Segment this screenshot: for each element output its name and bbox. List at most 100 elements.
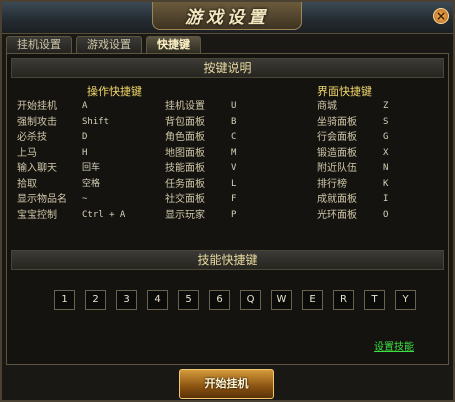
shortcut-action-label: 强制攻击 [17, 116, 57, 128]
shortcut-row: 商城 Z [317, 99, 447, 114]
shortcut-action-label: 地图面板 [165, 147, 205, 159]
shortcut-row: 挂机设置 U [165, 99, 295, 114]
shortcut-row: 必杀技 D [17, 130, 147, 145]
tab-shortcuts[interactable]: 快捷键 [146, 36, 201, 53]
shortcut-action-label: 成就面板 [317, 194, 357, 205]
shortcut-action-label: 开始挂机 [17, 101, 57, 112]
skill-key-slot[interactable]: T [364, 290, 385, 310]
tab-bar: 挂机设置 游戏设置 快捷键 [6, 36, 201, 53]
tab-afk-settings[interactable]: 挂机设置 [6, 36, 72, 53]
start-afk-button[interactable]: 开始挂机 [179, 369, 274, 399]
shortcut-row: 开始挂机 A [17, 99, 147, 114]
shortcut-key-label: O [383, 209, 389, 220]
shortcut-action-label: 显示物品名 [17, 194, 67, 205]
shortcut-key-label: M [231, 147, 237, 158]
shortcut-action-label: 排行榜 [317, 178, 347, 190]
skill-key-slot[interactable]: 6 [209, 290, 230, 310]
shortcut-key-label: 空格 [82, 178, 101, 189]
shortcut-action-label: 上马 [17, 147, 37, 159]
shortcut-action-label: 角色面板 [165, 132, 205, 143]
set-skills-link[interactable]: 设置技能 [374, 338, 414, 353]
shortcut-action-label: 宝宝控制 [17, 209, 57, 221]
shortcut-key-label: Z [383, 101, 389, 111]
skill-key-slot[interactable]: E [302, 290, 323, 310]
skill-key-slot[interactable]: 3 [116, 290, 137, 310]
shortcut-action-label: 光环面板 [317, 209, 357, 221]
skill-key-slot[interactable]: 5 [178, 290, 199, 310]
shortcut-key-label: I [383, 194, 389, 204]
shortcut-action-label: 技能面板 [165, 163, 205, 174]
shortcut-key-label: B [231, 116, 237, 127]
shortcut-key-label: P [231, 209, 237, 220]
shortcut-key-label: S [383, 116, 389, 127]
shortcut-row: 光环面板 O [317, 208, 447, 223]
shortcut-key-label: U [231, 101, 237, 111]
shortcut-action-label: 锻造面板 [317, 147, 357, 159]
shortcut-row: 背包面板 B [165, 115, 295, 130]
shortcut-action-label: 背包面板 [165, 116, 205, 128]
shortcut-key-label: ~ [82, 194, 88, 204]
close-icon[interactable]: × [433, 8, 449, 24]
shortcut-action-label: 行会面板 [317, 132, 357, 143]
skill-key-slot[interactable]: R [333, 290, 354, 310]
shortcut-row: 输入聊天 回车 [17, 161, 147, 176]
shortcut-key-label: C [231, 132, 237, 142]
skill-shortcuts-header: 技能快捷键 [11, 250, 444, 270]
shortcut-action-label: 输入聊天 [17, 163, 57, 174]
operation-shortcuts-title: 操作快捷键 [87, 85, 142, 98]
shortcut-row: 上马 H [17, 146, 147, 161]
shortcut-action-label: 商城 [317, 101, 337, 112]
shortcut-row: 拾取 空格 [17, 177, 147, 192]
shortcut-row: 角色面板 C [165, 130, 295, 145]
interface-shortcuts-title: 界面快捷键 [317, 85, 372, 98]
shortcut-row: 技能面板 V [165, 161, 295, 176]
shortcut-row: 强制攻击 Shift [17, 115, 147, 130]
skill-key-slot[interactable]: 1 [54, 290, 75, 310]
shortcut-row: 任务面板 L [165, 177, 295, 192]
shortcut-key-label: A [82, 101, 88, 111]
shortcut-key-label: H [82, 147, 88, 158]
shortcut-key-label: X [383, 147, 389, 158]
shortcut-key-label: V [231, 163, 237, 173]
shortcut-action-label: 必杀技 [17, 132, 47, 143]
shortcut-row: 排行榜 K [317, 177, 447, 192]
shortcut-key-label: K [383, 178, 389, 189]
shortcut-action-label: 显示玩家 [165, 209, 205, 221]
shortcut-action-label: 挂机设置 [165, 101, 205, 112]
window-title: 游戏设置 [152, 2, 302, 30]
tab-game-settings[interactable]: 游戏设置 [76, 36, 142, 53]
game-settings-window: 游戏设置 × 挂机设置 游戏设置 快捷键 按键说明 操作快捷键 界面快捷键 开始… [0, 0, 455, 402]
shortcut-key-label: F [231, 194, 237, 204]
shortcut-row: 锻造面板 X [317, 146, 447, 161]
skill-key-slot[interactable]: 4 [147, 290, 168, 310]
shortcut-row: 宝宝控制 Ctrl + A [17, 208, 147, 223]
shortcut-row: 附近队伍 N [317, 161, 447, 176]
skill-key-slot[interactable]: 2 [85, 290, 106, 310]
shortcut-key-label: Shift [82, 116, 110, 127]
shortcut-key-label: G [383, 132, 389, 142]
shortcut-row: 显示物品名 ~ [17, 192, 147, 207]
skill-key-slot[interactable]: W [271, 290, 292, 310]
shortcut-row: 显示玩家 P [165, 208, 295, 223]
skill-key-slot[interactable]: Q [240, 290, 261, 310]
shortcut-key-label: Ctrl + A [82, 209, 126, 220]
shortcut-key-label: D [82, 132, 88, 142]
shortcut-key-label: N [383, 163, 389, 173]
shortcut-action-label: 附近队伍 [317, 163, 357, 174]
shortcut-action-label: 拾取 [17, 178, 37, 190]
shortcut-action-label: 社交面板 [165, 194, 205, 205]
shortcut-key-label: L [231, 178, 237, 189]
skill-key-slot[interactable]: Y [395, 290, 416, 310]
key-description-header: 按键说明 [11, 58, 444, 78]
shortcuts-panel: 按键说明 操作快捷键 界面快捷键 开始挂机 A 强制攻击 Shift 必杀技 D 上马 H 输入… [6, 53, 449, 365]
shortcut-row: 坐骑面板 S [317, 115, 447, 130]
shortcut-action-label: 坐骑面板 [317, 116, 357, 128]
shortcut-row: 地图面板 M [165, 146, 295, 161]
shortcut-row: 行会面板 G [317, 130, 447, 145]
shortcut-row: 成就面板 I [317, 192, 447, 207]
skill-key-slots: 1 2 3 4 5 6 Q W E R T Y [54, 290, 416, 310]
shortcut-row: 社交面板 F [165, 192, 295, 207]
shortcut-key-label: 回车 [82, 163, 101, 173]
shortcut-action-label: 任务面板 [165, 178, 205, 190]
title-bar: 游戏设置 × [2, 2, 453, 34]
